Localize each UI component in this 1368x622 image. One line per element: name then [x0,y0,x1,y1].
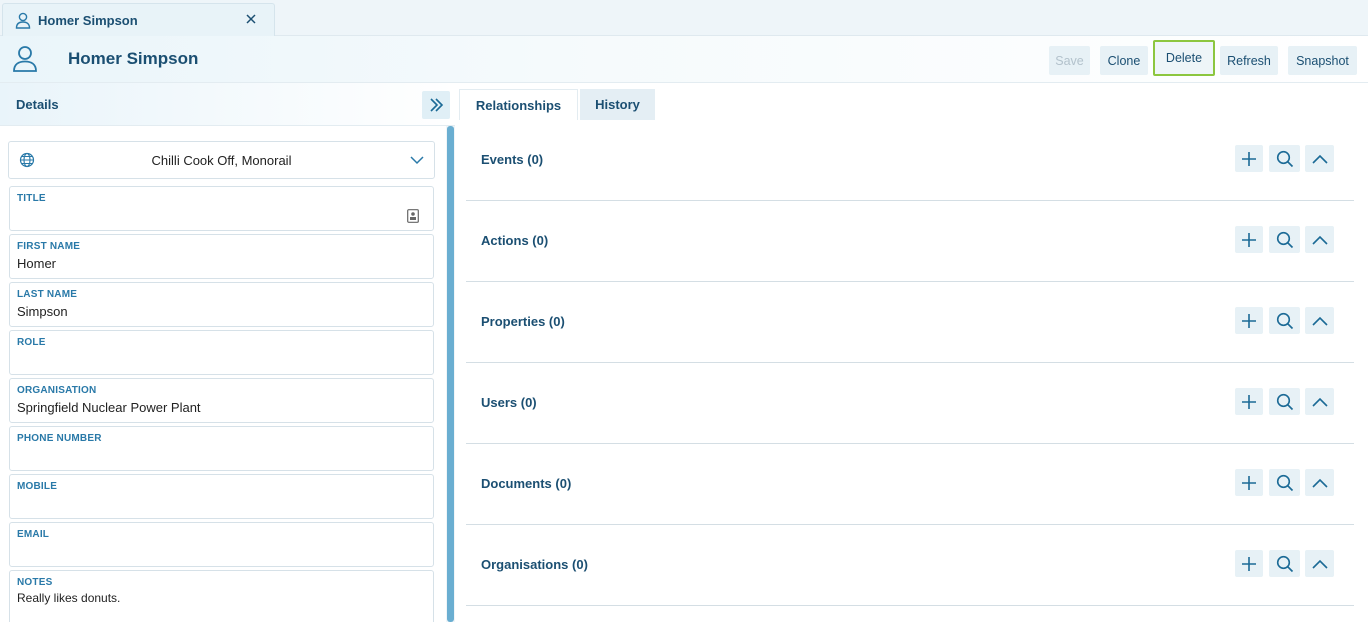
email-field[interactable]: EMAIL [9,522,434,567]
person-icon [15,12,31,29]
search-button[interactable] [1269,226,1300,253]
plus-icon [1242,232,1256,247]
section-title: Properties (0) [481,314,565,329]
document-tab[interactable]: Homer Simpson [2,3,275,37]
field-label: PHONE NUMBER [17,433,102,444]
organisation-field[interactable]: ORGANISATION Springfield Nuclear Power P… [9,378,434,423]
section-title: Users (0) [481,395,537,410]
search-icon [1276,150,1293,167]
chevron-up-icon [1311,559,1328,569]
section-actions: Actions (0) [466,201,1354,282]
chevron-up-icon [1311,316,1328,326]
section-properties: Properties (0) [466,282,1354,363]
section-title: Actions (0) [481,233,549,248]
details-panel: Details Chilli Cook Off, Monorail TITLE … [0,83,455,622]
document-tab-title: Homer Simpson [38,13,138,28]
plus-icon [1242,313,1256,328]
plus-icon [1242,475,1256,490]
section-title: Events (0) [481,152,544,167]
collapse-panel-button[interactable] [422,91,450,119]
collapse-section-button[interactable] [1305,307,1334,334]
chevron-down-icon [410,156,424,165]
field-label: ROLE [17,337,46,348]
plus-icon [1242,556,1256,571]
document-tab-strip: Homer Simpson [0,0,1368,37]
section-documents: Documents (0) [466,444,1354,525]
chevron-up-icon [1311,235,1328,245]
chevron-up-icon [1311,478,1328,488]
add-button[interactable] [1235,226,1263,253]
field-label: LAST NAME [17,289,78,300]
field-value: Homer [17,256,57,271]
search-button[interactable] [1269,388,1300,415]
field-label: MOBILE [17,481,58,492]
search-icon [1276,555,1293,572]
details-header: Details [0,83,455,126]
person-icon [13,46,37,72]
record-header: Homer Simpson Save Clone Delete Refresh … [0,36,1368,83]
collapse-section-button[interactable] [1305,226,1334,253]
field-value: Springfield Nuclear Power Plant [17,400,201,415]
last-name-field[interactable]: LAST NAME Simpson [9,282,434,327]
role-field[interactable]: ROLE [9,330,434,375]
section-title: Documents (0) [481,476,572,491]
field-label: TITLE [17,193,46,204]
phone-number-field[interactable]: PHONE NUMBER [9,426,434,471]
field-label: EMAIL [17,529,50,540]
search-button[interactable] [1269,550,1300,577]
details-heading: Details [16,97,59,112]
search-icon [1276,231,1293,248]
add-button[interactable] [1235,469,1263,496]
relationships-panel: Events (0) Actions (0) Properties (0) Us… [459,120,1368,622]
contact-card-icon[interactable] [407,209,419,223]
collapse-section-button[interactable] [1305,145,1334,172]
search-icon [1276,393,1293,410]
section-users: Users (0) [466,363,1354,444]
section-events: Events (0) [466,120,1354,201]
section-title: Organisations (0) [481,557,588,572]
plus-icon [1242,151,1256,166]
snapshot-button[interactable]: Snapshot [1288,46,1357,75]
search-button[interactable] [1269,307,1300,334]
field-value: Simpson [17,304,68,319]
chevron-up-icon [1311,154,1328,164]
search-button[interactable] [1269,469,1300,496]
add-button[interactable] [1235,145,1263,172]
refresh-button[interactable]: Refresh [1220,46,1278,75]
field-label: NOTES [17,577,53,588]
add-button[interactable] [1235,550,1263,577]
field-label: FIRST NAME [17,241,81,252]
page-title: Homer Simpson [68,49,199,68]
close-icon[interactable] [244,12,258,26]
incident-select-value: Chilli Cook Off, Monorail [151,153,292,168]
collapse-section-button[interactable] [1305,469,1334,496]
tab-history[interactable]: History [580,89,655,120]
details-scrollbar[interactable] [446,126,455,622]
save-button[interactable]: Save [1049,46,1090,75]
double-chevron-right-icon [430,98,444,112]
field-value: Really likes donuts. [17,591,121,605]
mobile-field[interactable]: MOBILE [9,474,434,519]
first-name-field[interactable]: FIRST NAME Homer [9,234,434,279]
search-icon [1276,474,1293,491]
search-icon [1276,312,1293,329]
collapse-section-button[interactable] [1305,388,1334,415]
title-field[interactable]: TITLE [9,186,434,231]
add-button[interactable] [1235,388,1263,415]
clone-button[interactable]: Clone [1100,46,1148,75]
delete-button[interactable]: Delete [1153,40,1215,76]
plus-icon [1242,394,1256,409]
collapse-section-button[interactable] [1305,550,1334,577]
incident-select[interactable]: Chilli Cook Off, Monorail [8,141,435,179]
search-button[interactable] [1269,145,1300,172]
add-button[interactable] [1235,307,1263,334]
scrollbar-thumb[interactable] [447,126,454,622]
tab-relationships[interactable]: Relationships [459,89,578,120]
field-label: ORGANISATION [17,385,97,396]
notes-field[interactable]: NOTES Really likes donuts. [9,570,434,622]
chevron-up-icon [1311,397,1328,407]
section-organisations: Organisations (0) [466,525,1354,606]
